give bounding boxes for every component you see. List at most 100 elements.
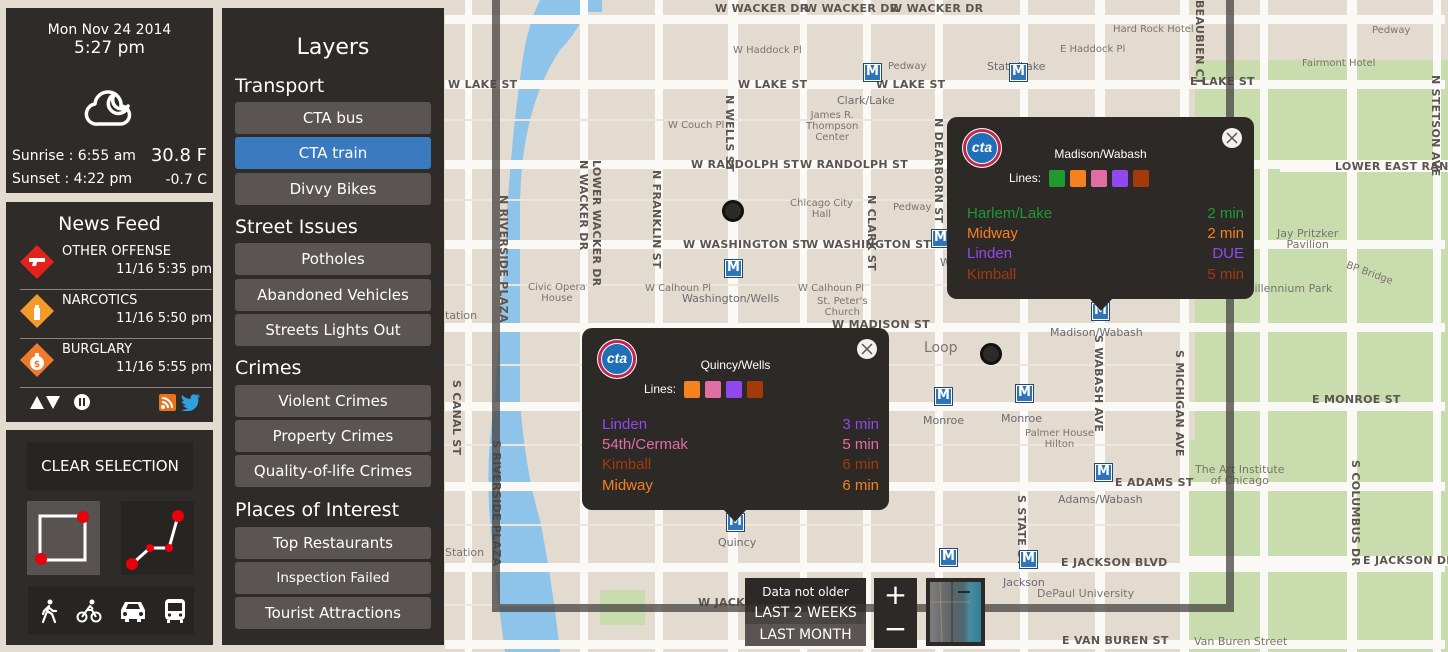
clear-selection-button[interactable]: CLEAR SELECTION bbox=[27, 442, 193, 490]
travel-mode-row bbox=[28, 586, 194, 634]
poi-label: Millennium Park bbox=[1245, 282, 1333, 295]
line-swatch-purple bbox=[1112, 169, 1129, 187]
zoom-out-button[interactable]: − bbox=[874, 612, 917, 648]
arrival-row: Kimball 6 min bbox=[602, 456, 879, 473]
group-title-places-of-interest: Places of Interest bbox=[235, 499, 400, 521]
minimap-toggle[interactable] bbox=[926, 578, 985, 646]
line-swatch-orange bbox=[1070, 169, 1087, 187]
minimap-detail bbox=[930, 582, 970, 642]
layer-divvy-bikes[interactable]: Divvy Bikes bbox=[235, 173, 431, 205]
street-label: N STETSON AVE bbox=[1429, 75, 1442, 177]
group-title-street-issues: Street Issues bbox=[235, 216, 358, 238]
popup-pointer bbox=[1090, 299, 1112, 311]
news-type: OTHER OFFENSE bbox=[62, 244, 171, 259]
layer-violent-crimes[interactable]: Violent Crimes bbox=[235, 385, 431, 417]
street-label: E JACKSON DR bbox=[1363, 554, 1448, 567]
layer-potholes[interactable]: Potholes bbox=[235, 243, 431, 275]
satellite-thumbnail bbox=[930, 582, 981, 642]
close-icon bbox=[861, 343, 873, 355]
gun-glyph bbox=[29, 258, 45, 266]
news-time: 11/16 5:35 pm bbox=[116, 262, 212, 277]
news-feed-panel: News Feed OTHER OFFENSE 11/16 5:35 pm NA… bbox=[6, 202, 213, 422]
popup-pointer bbox=[724, 510, 746, 522]
layer-tourist-attractions[interactable]: Tourist Attractions bbox=[235, 597, 431, 629]
arrival-row: 54th/Cermak 5 min bbox=[602, 436, 879, 453]
layer-cta-bus[interactable]: CTA bus bbox=[235, 102, 431, 134]
current-date: Mon Nov 24 2014 bbox=[47, 22, 172, 38]
arrival-row: Linden DUE bbox=[967, 245, 1244, 262]
layer-inspection-failed-restaurants[interactable]: Inspection Failed Restaurants bbox=[235, 562, 431, 618]
street-label: E VAN BUREN ST bbox=[1062, 634, 1169, 647]
car-icon[interactable] bbox=[118, 598, 148, 624]
sunset-time: Sunset : 4:22 pm bbox=[12, 171, 133, 187]
poi-label: Jay Pritzker Pavilion bbox=[1277, 227, 1339, 251]
street-label: S CANAL ST bbox=[450, 380, 463, 456]
street-label: E MONROE ST bbox=[1312, 393, 1401, 406]
current-time: 5:27 pm bbox=[74, 38, 145, 58]
group-title-crimes: Crimes bbox=[235, 357, 302, 379]
arrival-row: Linden 3 min bbox=[602, 416, 879, 433]
data-age-selector: Data not older than: LAST 2 WEEKS LAST M… bbox=[745, 578, 866, 646]
twitter-icon[interactable] bbox=[181, 394, 201, 411]
news-time: 11/16 5:55 pm bbox=[116, 360, 212, 375]
sunrise-time: Sunrise : 6:55 am bbox=[12, 148, 136, 164]
clock-weather-panel: Mon Nov 24 2014 5:27 pm Sunrise : 6:55 a… bbox=[6, 8, 213, 193]
rectangle-select-icon bbox=[35, 511, 89, 565]
bus-icon[interactable] bbox=[162, 598, 188, 624]
layer-property-crimes[interactable]: Property Crimes bbox=[235, 420, 431, 452]
line-swatch-pink bbox=[1091, 169, 1108, 187]
line-swatch-purple bbox=[726, 380, 743, 398]
lines-label: Lines: bbox=[1009, 171, 1042, 185]
poi-label: tation bbox=[445, 309, 478, 322]
data-age-option-2-weeks[interactable]: LAST 2 WEEKS bbox=[745, 602, 866, 624]
layers-panel: Layers Transport CTA bus CTA train Divvy… bbox=[222, 8, 444, 645]
walk-icon[interactable] bbox=[36, 598, 62, 624]
close-button[interactable] bbox=[1222, 128, 1242, 148]
arrival-row: Midway 6 min bbox=[602, 477, 879, 494]
spray-can-glyph bbox=[34, 305, 40, 320]
sort-up-down-icon[interactable] bbox=[30, 394, 62, 410]
news-item[interactable]: OTHER OFFENSE 11/16 5:35 pm bbox=[20, 244, 212, 290]
station-popup-quincy-wells: cta Quincy/Wells Lines: Linden 3 min 54th… bbox=[582, 328, 889, 522]
poi-label: Station bbox=[445, 546, 485, 559]
layer-quality-of-life-crimes[interactable]: Quality-of-life Crimes bbox=[235, 455, 431, 487]
path-select-tool[interactable] bbox=[121, 501, 194, 575]
rss-icon[interactable] bbox=[159, 394, 176, 411]
rectangle-select-tool[interactable] bbox=[27, 501, 100, 575]
news-type: BURGLARY bbox=[62, 342, 133, 357]
news-controls bbox=[26, 394, 206, 414]
selection-panel: CLEAR SELECTION bbox=[6, 430, 213, 645]
bike-icon[interactable] bbox=[76, 598, 102, 624]
group-title-transport: Transport bbox=[235, 75, 325, 97]
news-item[interactable]: NARCOTICS 11/16 5:50 pm bbox=[20, 293, 212, 339]
arrival-row: Harlem/Lake 2 min bbox=[967, 205, 1244, 222]
line-swatch-pink bbox=[705, 380, 722, 398]
news-item[interactable]: $ BURGLARY 11/16 5:55 pm bbox=[20, 342, 212, 388]
poi-label: Pedway bbox=[1372, 25, 1411, 36]
city-map[interactable]: W WACKER DR W WACKER DR W WACKER DR W LA… bbox=[0, 0, 1448, 652]
layer-street-lights-out[interactable]: Streets Lights Out bbox=[235, 314, 431, 346]
line-swatches: Lines: bbox=[644, 380, 768, 398]
money-bag-glyph: $ bbox=[30, 353, 44, 370]
layer-top-restaurants[interactable]: Top Restaurants bbox=[235, 527, 431, 559]
arrival-row: Kimball 5 min bbox=[967, 266, 1244, 283]
selection-rectangle[interactable] bbox=[492, 0, 1234, 612]
temperature-c: -0.7 C bbox=[165, 172, 207, 188]
zoom-in-button[interactable]: + bbox=[874, 578, 917, 614]
line-swatches: Lines: bbox=[1009, 169, 1154, 187]
line-swatch-brown bbox=[747, 380, 764, 398]
path-select-icon bbox=[126, 510, 184, 570]
layer-cta-train[interactable]: CTA train bbox=[235, 137, 431, 169]
line-swatch-brown bbox=[1133, 169, 1150, 187]
pause-icon[interactable] bbox=[74, 394, 90, 410]
station-popup-madison-wabash: cta Madison/Wabash Lines: Harlem/Lake 2 m… bbox=[947, 117, 1254, 311]
news-feed-title: News Feed bbox=[58, 213, 161, 235]
close-button[interactable] bbox=[857, 339, 877, 359]
lines-label: Lines: bbox=[644, 382, 677, 396]
layer-abandoned-vehicles[interactable]: Abandoned Vehicles bbox=[235, 279, 431, 311]
temperature-f: 30.8 F bbox=[150, 145, 207, 166]
station-name: Madison/Wabash bbox=[1054, 147, 1147, 161]
svg-text:$: $ bbox=[34, 360, 40, 370]
news-time: 11/16 5:50 pm bbox=[116, 311, 212, 326]
data-age-option-last-month[interactable]: LAST MONTH bbox=[745, 624, 866, 646]
